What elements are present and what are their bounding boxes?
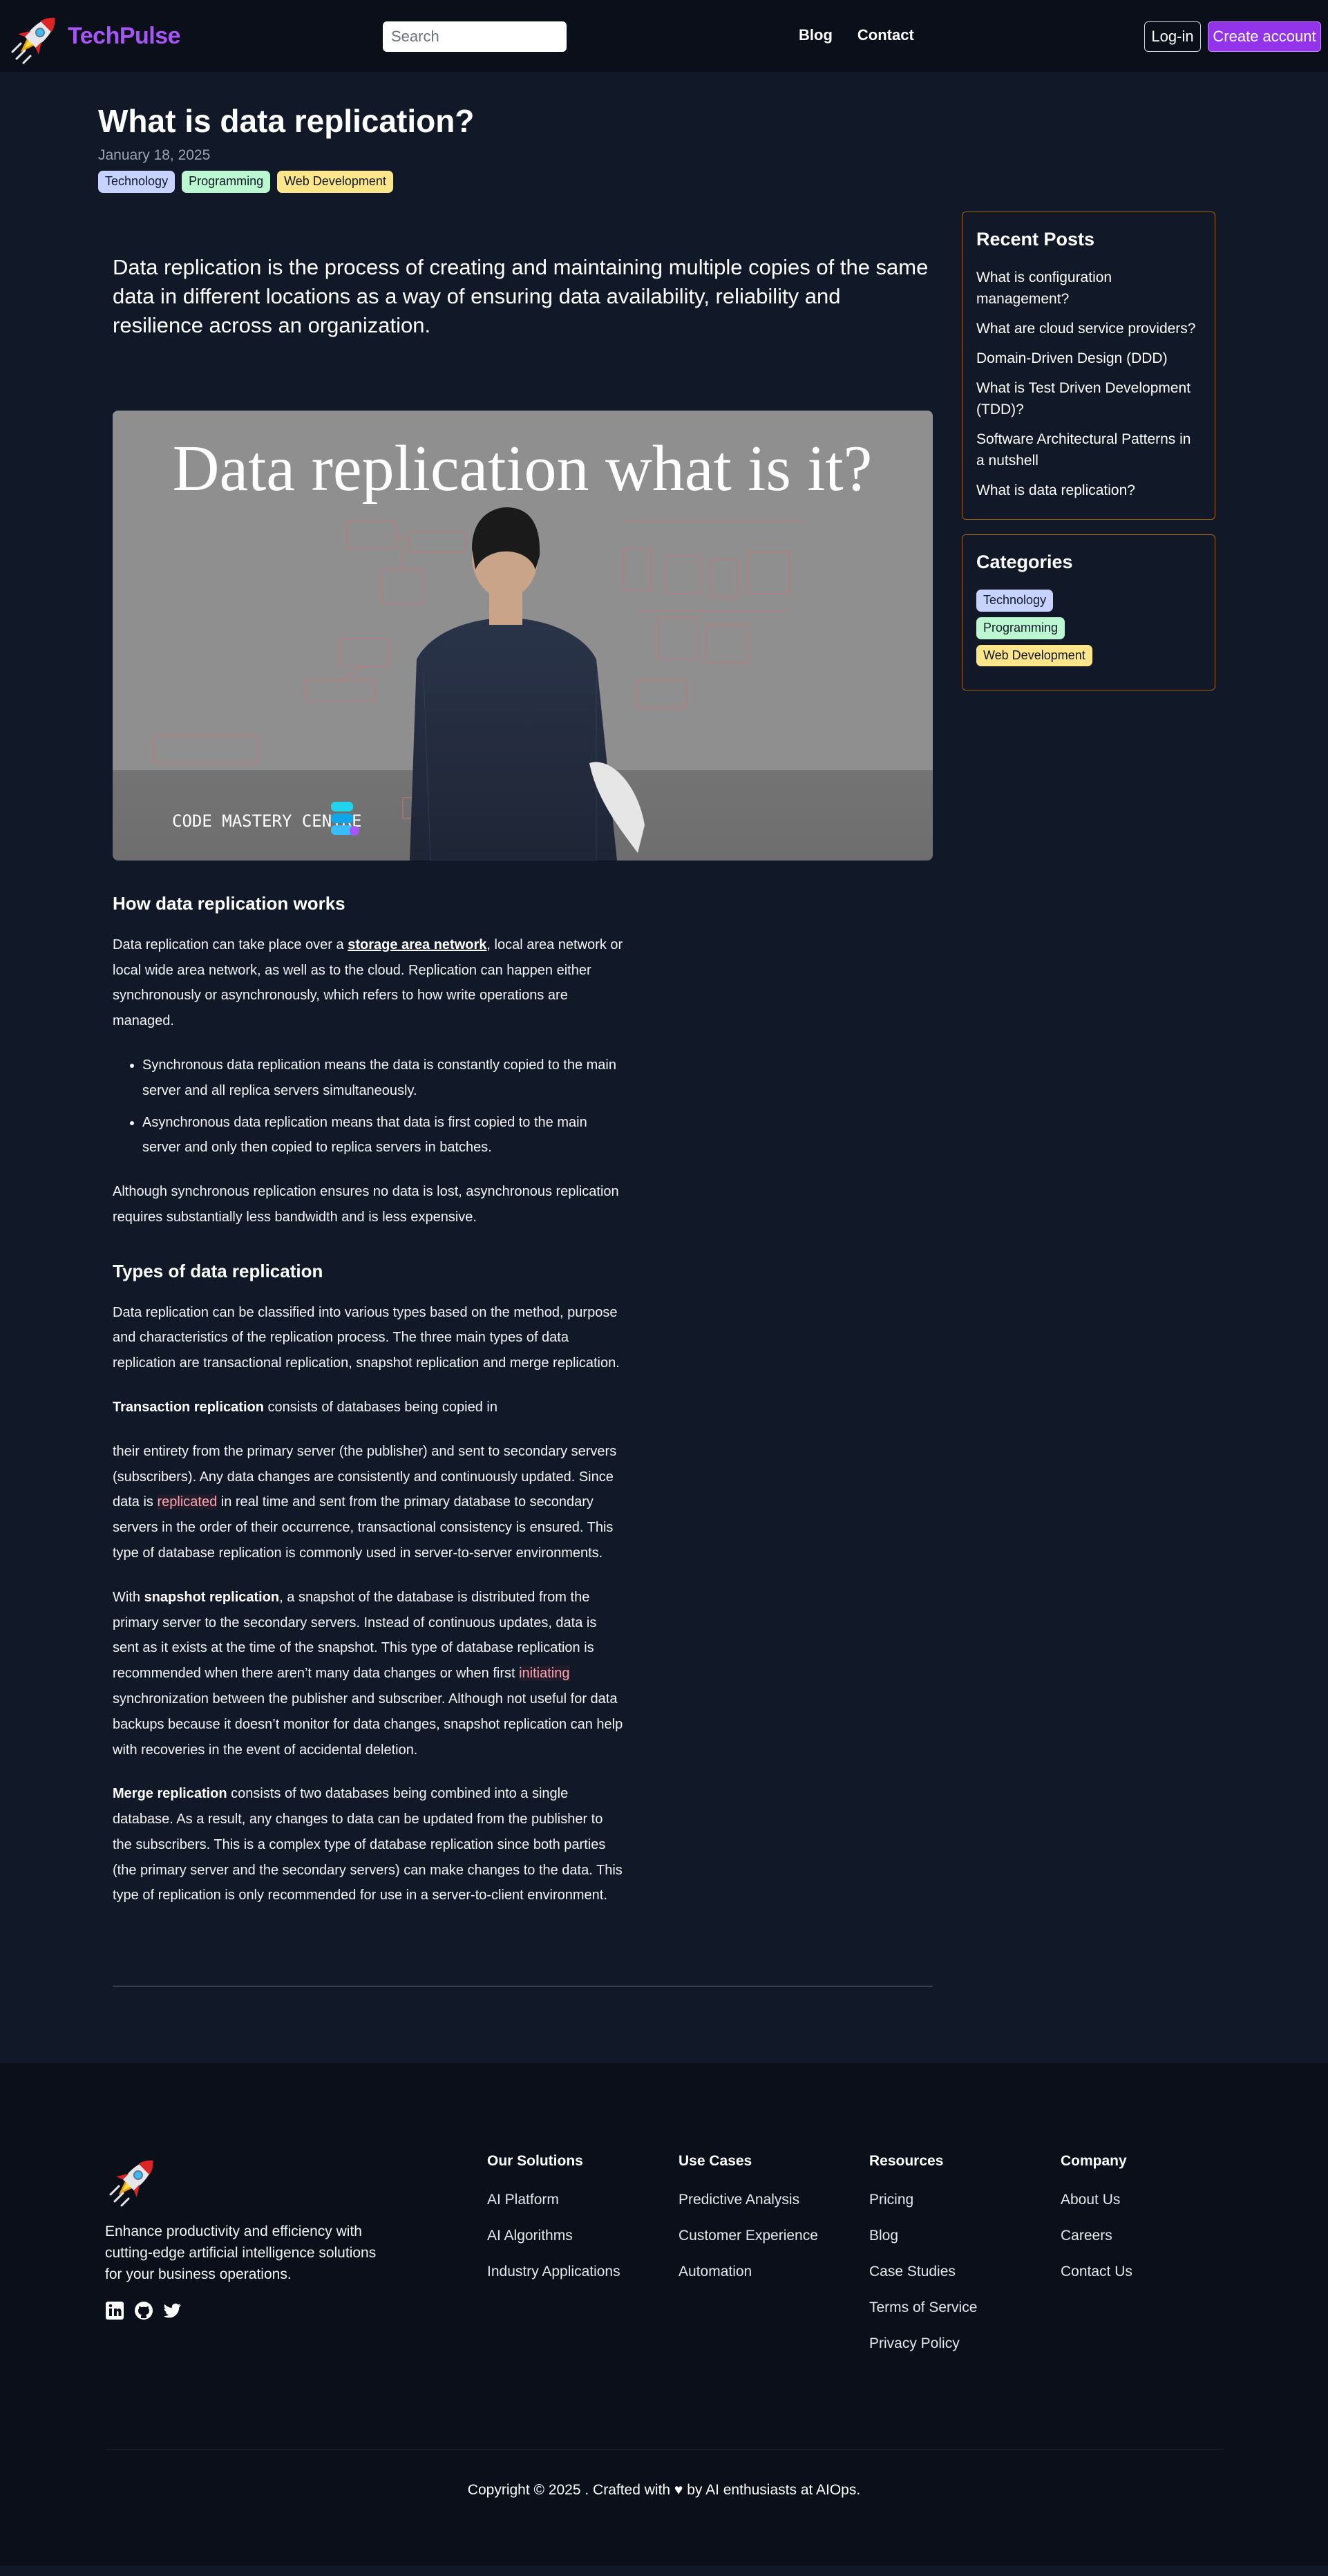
paragraph: With snapshot replication, a snapshot of… — [113, 1589, 623, 1758]
storage-area-network-link[interactable]: storage area network — [348, 937, 486, 952]
recent-post-link[interactable]: Software Architectural Patterns in a nut… — [976, 429, 1201, 471]
nav-link-blog[interactable]: Blog — [799, 26, 833, 44]
footer-link[interactable]: Industry Applications — [487, 2264, 620, 2280]
footer-link[interactable]: AI Platform — [487, 2192, 620, 2208]
category-programming[interactable]: Programming — [976, 617, 1065, 639]
post-header: What is data replication? January 18, 20… — [0, 72, 1328, 193]
main-content: Data replication is the process of creat… — [113, 193, 933, 1927]
rocket-icon — [109, 2160, 153, 2207]
footer-link[interactable]: Contact Us — [1061, 2264, 1132, 2280]
category-technology[interactable]: Technology — [976, 589, 1054, 612]
categories-title: Categories — [976, 551, 1073, 572]
list-item: Synchronous data replication means the d… — [142, 1053, 624, 1104]
recent-posts-card: Recent Posts What is configuration manag… — [962, 211, 1215, 520]
footer-link[interactable]: Terms of Service — [869, 2300, 977, 2316]
brand-name: TechPulse — [68, 22, 181, 49]
sidebar: Recent Posts What is configuration manag… — [962, 193, 1215, 690]
paragraph: Data replication can take place over a s… — [113, 937, 623, 1029]
post-intro: Data replication is the process of creat… — [113, 254, 929, 337]
social-links — [105, 2301, 182, 2320]
footer-link[interactable]: About Us — [1061, 2192, 1132, 2208]
footer-tagline: Enhance productivity and efficiency with… — [105, 2223, 377, 2282]
search-input[interactable] — [391, 28, 590, 46]
replication-bullet-list: Synchronous data replication means the d… — [113, 1053, 624, 1160]
paragraph: their entirety from the primary server (… — [113, 1443, 617, 1561]
copyright: Copyright © 2025 . Crafted with ♥ by AI … — [467, 2481, 861, 2498]
footer-link[interactable]: Privacy Policy — [869, 2335, 977, 2352]
section-heading-how-it-works: How data replication works — [113, 892, 345, 914]
footer: Enhance productivity and efficiency with… — [0, 2062, 1328, 2566]
list-item: Asynchronous data replication means that… — [142, 1110, 624, 1161]
highlighted-word: replicated — [157, 1494, 218, 1510]
login-button[interactable]: Log-in — [1144, 21, 1201, 52]
page-title: What is data replication? — [98, 103, 475, 139]
recent-post-link[interactable]: Domain-Driven Design (DDD) — [976, 348, 1201, 369]
top-navbar: TechPulse Blog Contact Log-in Create acc… — [0, 0, 1328, 72]
footer-column-title: Our Solutions — [487, 2152, 583, 2169]
paragraph: Data replication can be classified into … — [113, 1304, 620, 1371]
categories-card: Categories Technology Programming Web De… — [962, 534, 1215, 690]
create-account-button[interactable]: Create account — [1208, 21, 1321, 52]
paragraph: Transaction replication consists of data… — [113, 1399, 497, 1415]
recent-post-link[interactable]: What is data replication? — [976, 480, 1201, 501]
footer-link[interactable]: Case Studies — [869, 2264, 977, 2280]
footer-link[interactable]: Pricing — [869, 2192, 977, 2208]
footer-column-title: Resources — [869, 2152, 944, 2169]
post-date: January 18, 2025 — [98, 147, 211, 164]
linkedin-icon[interactable] — [105, 2301, 124, 2320]
post-tags: Technology Programming Web Development — [98, 171, 1328, 193]
hero-image: Data replication what is it? CODE MASTER… — [113, 410, 933, 861]
highlighted-word: initiating — [519, 1666, 570, 1682]
recent-post-link[interactable]: What are cloud service providers? — [976, 318, 1201, 339]
recent-post-link[interactable]: What is configuration management? — [976, 267, 1201, 310]
tag-technology[interactable]: Technology — [98, 171, 176, 193]
rocket-icon — [11, 17, 55, 64]
hero-headline: Data replication what is it? — [173, 433, 873, 505]
footer-column-resources: Resources Pricing Blog Case Studies Term… — [869, 2153, 977, 2371]
footer-link[interactable]: AI Algorithms — [487, 2228, 620, 2244]
tag-programming[interactable]: Programming — [182, 171, 271, 193]
tag-web-development[interactable]: Web Development — [277, 171, 393, 193]
footer-column-company: Company About Us Careers Contact Us — [1061, 2153, 1132, 2300]
category-web-development[interactable]: Web Development — [976, 644, 1092, 667]
footer-column-solutions: Our Solutions AI Platform AI Algorithms … — [487, 2153, 620, 2300]
recent-posts-title: Recent Posts — [976, 228, 1095, 250]
paragraph: Although synchronous replication ensures… — [113, 1184, 619, 1225]
content-layout: Data replication is the process of creat… — [0, 193, 1328, 2063]
paragraph: Merge replication consists of two databa… — [113, 1786, 623, 1903]
article-body: How data replication works Data replicat… — [113, 892, 624, 1908]
footer-column-use-cases: Use Cases Predictive Analysis Customer E… — [679, 2153, 818, 2300]
footer-link[interactable]: Predictive Analysis — [679, 2192, 818, 2208]
footer-divider — [105, 2448, 1223, 2450]
github-icon[interactable] — [134, 2301, 153, 2320]
recent-post-link[interactable]: What is Test Driven Development (TDD)? — [976, 377, 1201, 420]
nav-link-contact[interactable]: Contact — [857, 26, 914, 44]
section-heading-types: Types of data replication — [113, 1260, 323, 1281]
footer-link[interactable]: Careers — [1061, 2228, 1132, 2244]
footer-link[interactable]: Blog — [869, 2228, 977, 2244]
brand-link[interactable]: TechPulse — [7, 6, 181, 66]
footer-column-title: Company — [1061, 2152, 1127, 2169]
footer-link[interactable]: Customer Experience — [679, 2228, 818, 2244]
footer-link[interactable]: Automation — [679, 2264, 818, 2280]
nav-links: Blog Contact — [799, 26, 914, 44]
footer-column-title: Use Cases — [679, 2152, 752, 2169]
twitter-icon[interactable] — [163, 2301, 182, 2320]
search-box — [383, 21, 590, 52]
